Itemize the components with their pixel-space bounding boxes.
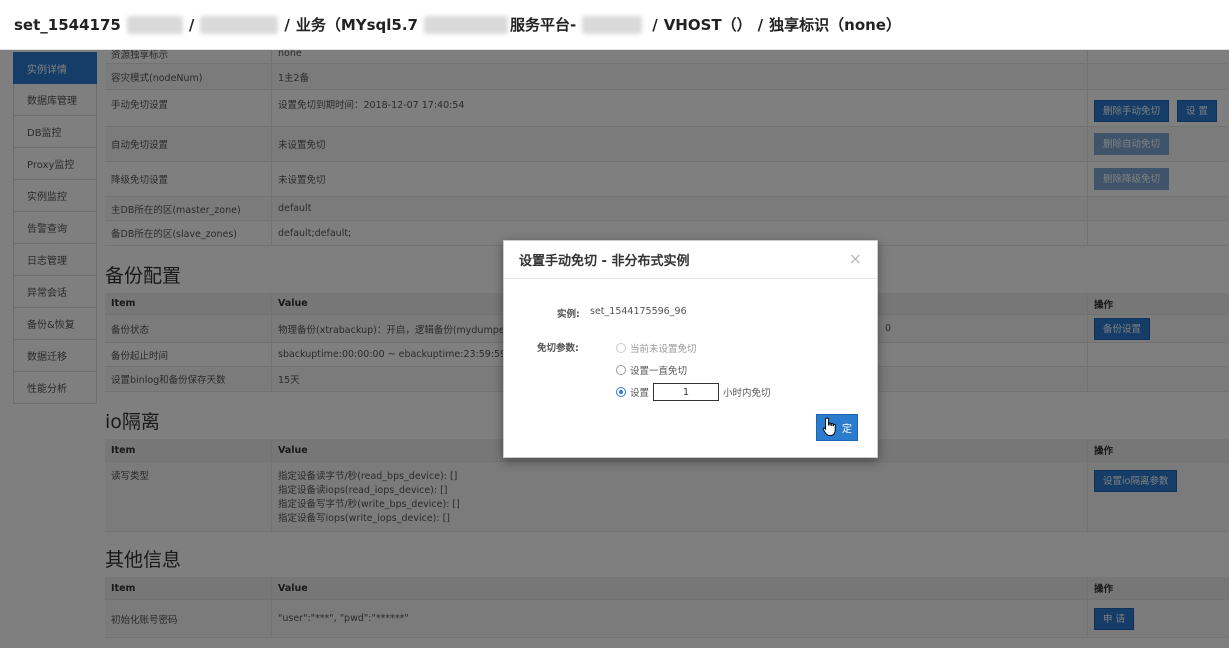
confirm-label: 定 xyxy=(842,424,852,435)
hand-cursor-icon xyxy=(822,417,836,436)
radio-button[interactable] xyxy=(616,343,626,353)
radio-button[interactable] xyxy=(616,365,626,375)
redacted-block xyxy=(423,15,508,34)
redacted-block xyxy=(582,15,643,34)
breadcrumb-separator: / xyxy=(757,15,764,34)
redacted-block xyxy=(126,15,183,34)
radio-button[interactable] xyxy=(616,387,626,397)
platform-name: 服务平台- xyxy=(509,16,577,34)
radio-label-suffix: 小时内免切 xyxy=(723,388,771,399)
breadcrumb-separator: / xyxy=(652,15,658,34)
hours-input[interactable] xyxy=(653,383,720,401)
exclusive-label: 独享标识（none） xyxy=(769,16,901,34)
instance-label: 实例: xyxy=(557,309,580,320)
switch-param-label: 免切参数: xyxy=(537,343,579,354)
redacted-block xyxy=(200,15,279,34)
breadcrumb-separator: / xyxy=(284,15,290,34)
radio-option-always[interactable]: 设置一直免切 xyxy=(616,363,687,377)
instance-value: set_1544175596_96 xyxy=(590,306,687,317)
page-header: set_1544175 / / 业务（MYsql5.7 服务平台- / VHOS… xyxy=(0,0,1229,50)
breadcrumb-separator: / xyxy=(188,15,195,34)
close-icon[interactable]: × xyxy=(849,249,862,268)
radio-label: 设置 xyxy=(630,388,650,399)
radio-option-not-set[interactable]: 当前未设置免切 xyxy=(616,341,697,355)
radio-option-hours[interactable]: 设置 小时内免切 xyxy=(616,383,771,401)
radio-label: 当前未设置免切 xyxy=(630,344,697,355)
dialog-title: 设置手动免切 - 非分布式实例 xyxy=(504,241,877,279)
instance-name: set_1544175 xyxy=(14,15,121,34)
business-name: 业务（MYsql5.7 xyxy=(295,16,418,34)
vhost-label: VHOST（） xyxy=(663,16,752,34)
radio-label: 设置一直免切 xyxy=(630,366,688,377)
